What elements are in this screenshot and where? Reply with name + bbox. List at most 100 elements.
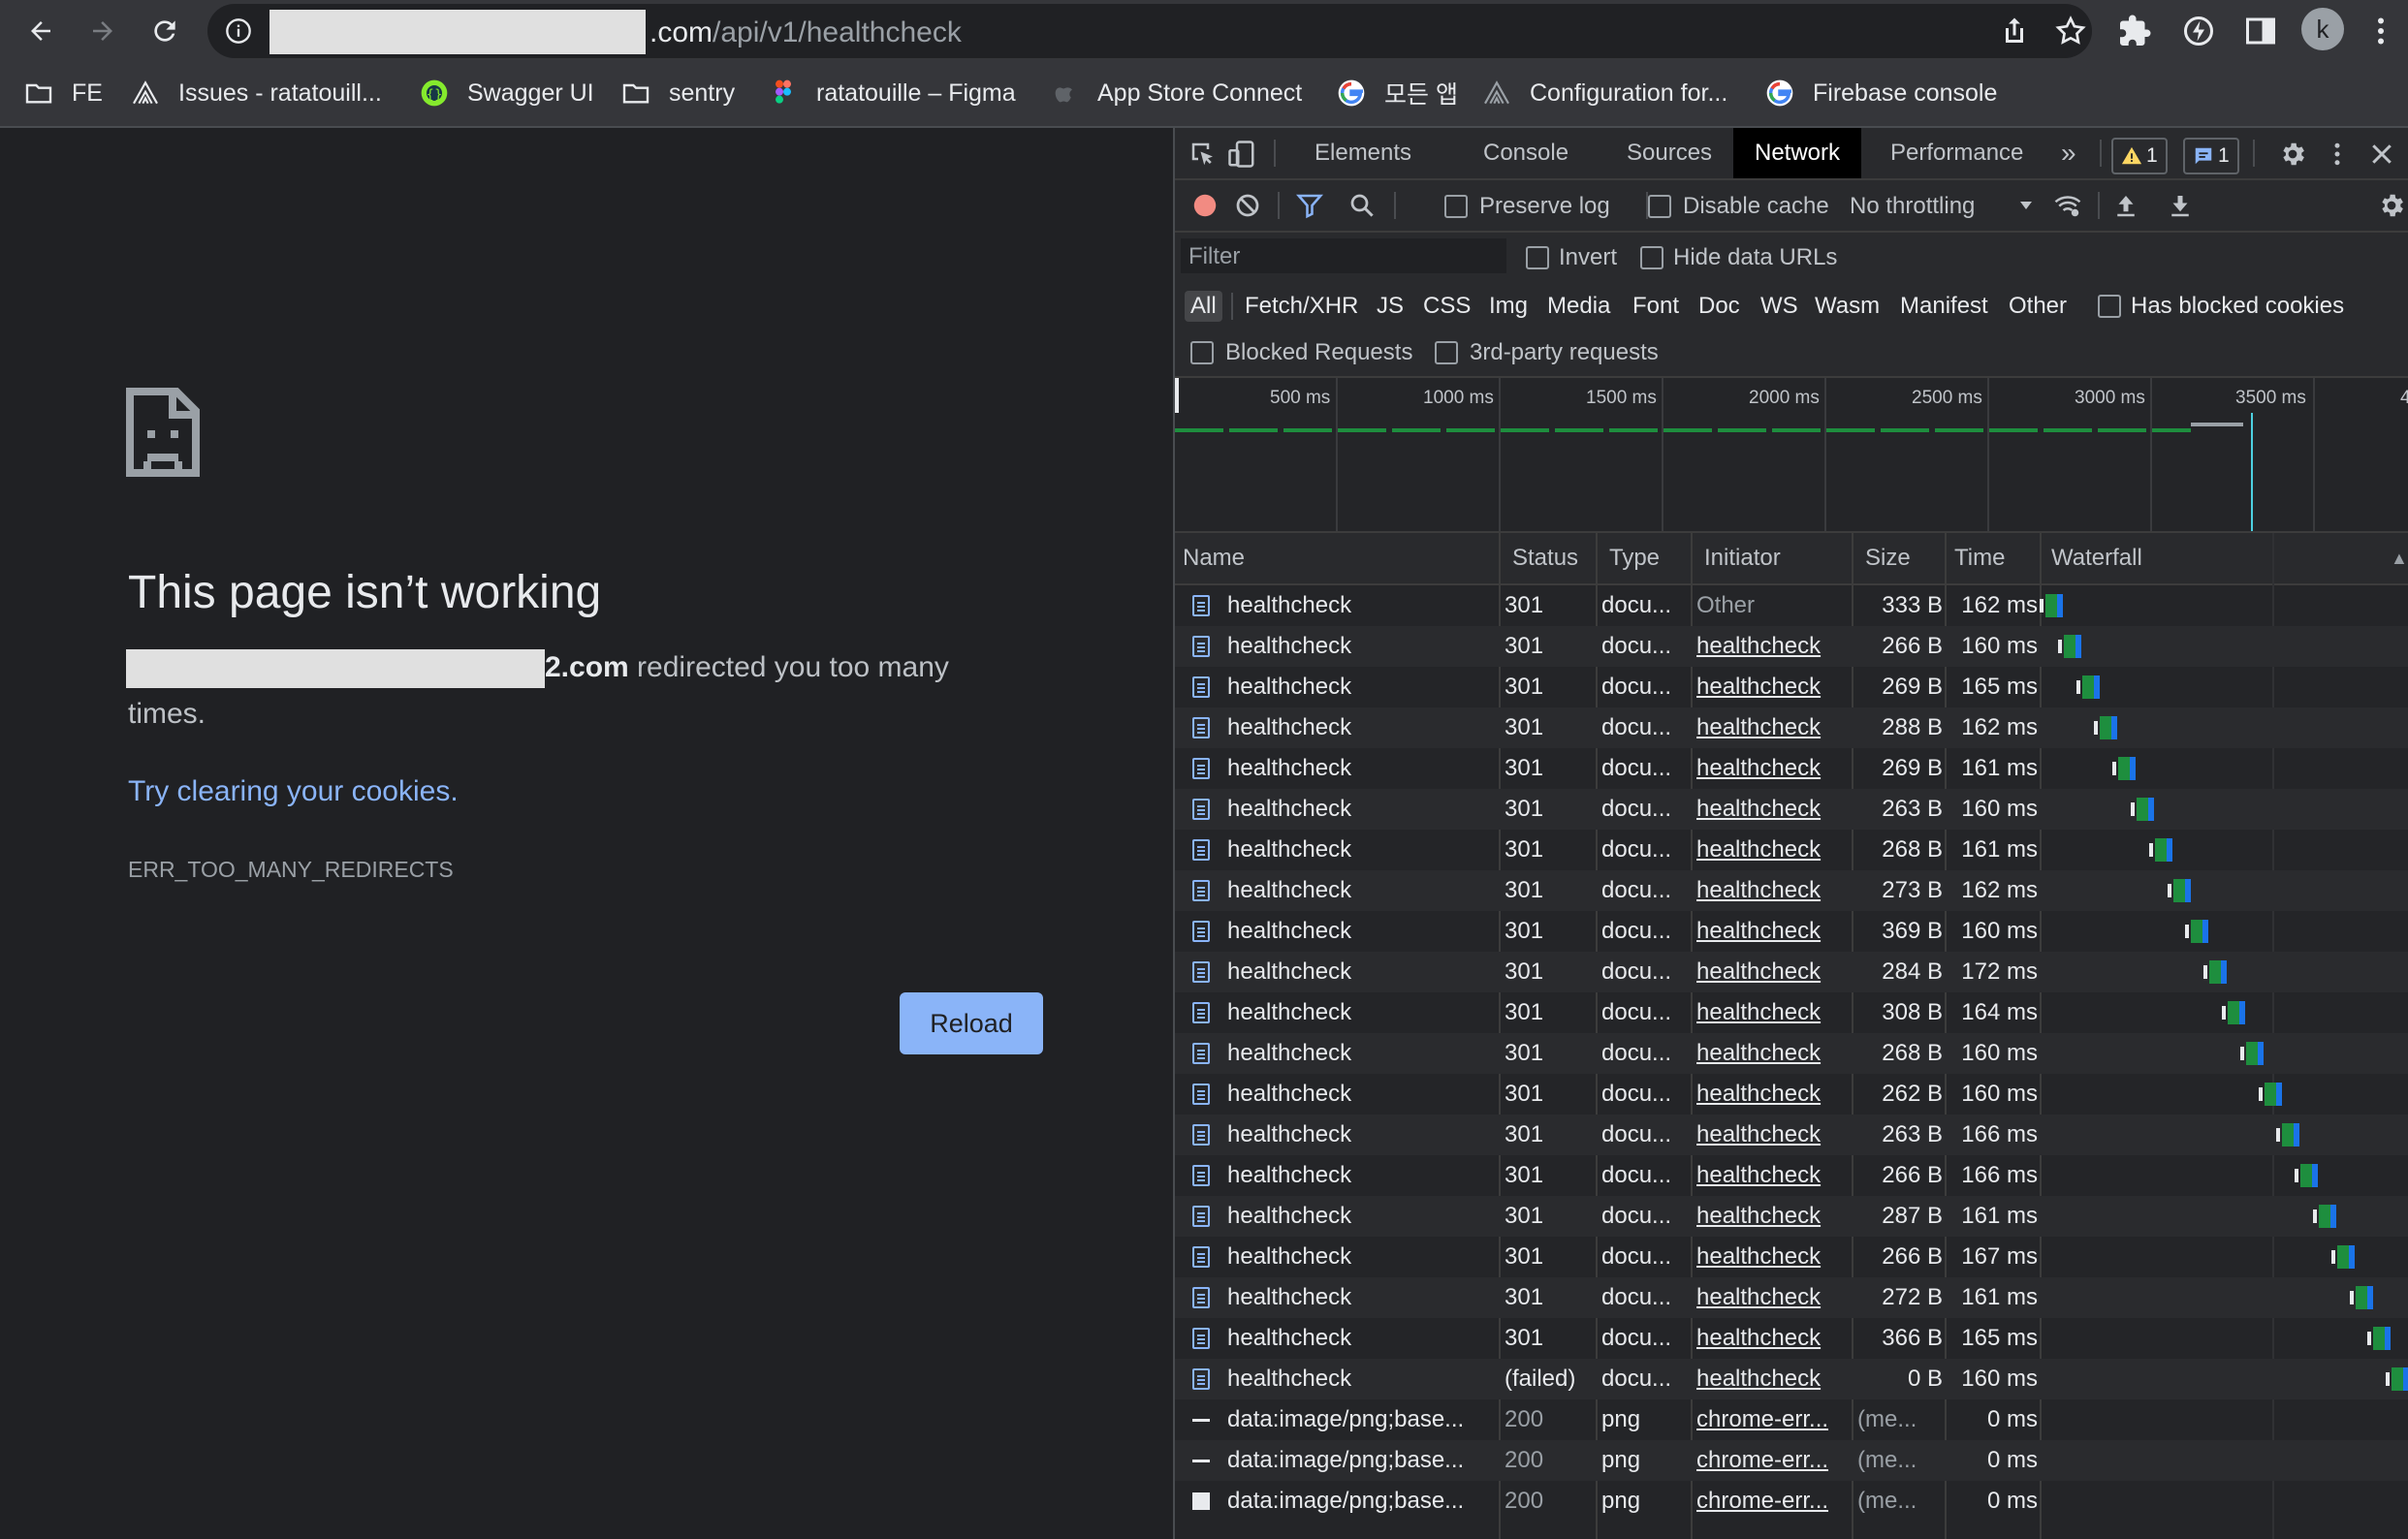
request-initiator[interactable]: healthcheck xyxy=(1696,911,1852,952)
column-waterfall[interactable]: Waterfall xyxy=(2044,533,2142,583)
info-icon[interactable] xyxy=(225,17,252,45)
filter-icon[interactable] xyxy=(1295,191,1324,220)
back-button[interactable] xyxy=(17,8,64,54)
request-initiator[interactable]: healthcheck xyxy=(1696,1318,1852,1359)
disable-cache-checkbox[interactable] xyxy=(1648,195,1671,218)
filter-type-ws[interactable]: WS xyxy=(1760,293,1798,320)
table-row[interactable]: data:image/png;base... 200 png chrome-err..… xyxy=(1175,1399,2408,1440)
bookmark-all-apps[interactable]: 모든 앱 xyxy=(1336,74,1458,112)
third-party-checkbox[interactable] xyxy=(1435,341,1458,364)
filter-type-font[interactable]: Font xyxy=(1632,293,1679,320)
address-bar[interactable]: .com/api/v1/healthcheck xyxy=(207,4,2092,58)
request-initiator[interactable]: healthcheck xyxy=(1696,707,1852,748)
table-row[interactable]: data:image/png;base... 200 png chrome-err..… xyxy=(1175,1481,2408,1522)
request-initiator[interactable]: healthcheck xyxy=(1696,1237,1852,1277)
table-row[interactable]: healthcheck 301 docu... healthcheck 288 B 162… xyxy=(1175,707,2408,748)
table-row[interactable]: healthcheck 301 docu... healthcheck 266 B 160… xyxy=(1175,626,2408,667)
table-row[interactable]: healthcheck 301 docu... Other 333 B 162 ms xyxy=(1175,585,2408,626)
request-initiator[interactable]: healthcheck xyxy=(1696,830,1852,870)
filter-type-fetch-xhr[interactable]: Fetch/XHR xyxy=(1245,293,1358,320)
table-row[interactable]: healthcheck 301 docu... healthcheck 268 B 160… xyxy=(1175,1033,2408,1074)
clear-icon[interactable] xyxy=(1233,191,1262,220)
table-row[interactable]: healthcheck 301 docu... healthcheck 369 B 160… xyxy=(1175,911,2408,952)
request-initiator[interactable]: healthcheck xyxy=(1696,667,1852,707)
filter-type-all[interactable]: All xyxy=(1185,291,1222,322)
table-row[interactable]: healthcheck 301 docu... healthcheck 268 B 161… xyxy=(1175,830,2408,870)
filter-type-css[interactable]: CSS xyxy=(1423,293,1471,320)
forward-button[interactable] xyxy=(79,8,126,54)
filter-input[interactable]: Filter xyxy=(1181,238,1506,273)
request-initiator[interactable]: healthcheck xyxy=(1696,1033,1852,1074)
tab-console[interactable]: Console xyxy=(1462,128,1590,178)
more-tabs-button[interactable]: » xyxy=(2040,128,2098,178)
settings-gear-icon[interactable] xyxy=(2278,140,2307,169)
throttling-select[interactable]: No throttling xyxy=(1850,193,1975,220)
request-initiator[interactable]: healthcheck xyxy=(1696,1277,1852,1318)
tab-elements[interactable]: Elements xyxy=(1293,128,1433,178)
more-vert-icon[interactable] xyxy=(2363,14,2398,48)
invert-checkbox[interactable] xyxy=(1526,246,1549,269)
column-size[interactable]: Size xyxy=(1857,533,1911,583)
network-overview[interactable]: 500 ms 1000 ms 1500 ms 2000 ms 2500 ms 3… xyxy=(1175,378,2408,533)
clear-cookies-link[interactable]: Try clearing your cookies xyxy=(128,775,450,807)
table-row[interactable]: healthcheck 301 docu... healthcheck 263 B 160… xyxy=(1175,789,2408,830)
tab-network[interactable]: Network xyxy=(1733,128,1862,178)
table-row[interactable]: healthcheck (failed) docu... healthcheck 0 B… xyxy=(1175,1359,2408,1399)
table-row[interactable]: data:image/png;base... 200 png chrome-err..… xyxy=(1175,1440,2408,1481)
extensions-icon[interactable] xyxy=(2117,14,2152,48)
request-initiator[interactable]: healthcheck xyxy=(1696,1115,1852,1155)
messages-badge[interactable]: 1 xyxy=(2183,138,2239,174)
more-vert-icon[interactable] xyxy=(2323,140,2352,169)
bookmark-firebase[interactable]: Firebase console xyxy=(1764,74,1997,112)
network-settings-icon[interactable] xyxy=(2377,191,2406,220)
inspect-element-icon[interactable] xyxy=(1188,140,1218,169)
tab-sources[interactable]: Sources xyxy=(1605,128,1733,178)
bookmark-configuration[interactable]: Configuration for... xyxy=(1481,74,1727,112)
blocked-requests-checkbox[interactable] xyxy=(1190,341,1214,364)
table-row[interactable]: healthcheck 301 docu... healthcheck 308 B 164… xyxy=(1175,992,2408,1033)
export-har-icon[interactable] xyxy=(2166,191,2195,220)
column-initiator[interactable]: Initiator xyxy=(1696,533,1781,583)
column-time[interactable]: Time xyxy=(1947,533,2005,583)
warnings-badge[interactable]: 1 xyxy=(2111,138,2168,174)
tab-performance[interactable]: Performance xyxy=(1869,128,2044,178)
table-row[interactable]: healthcheck 301 docu... healthcheck 263 B 166… xyxy=(1175,1115,2408,1155)
table-row[interactable]: healthcheck 301 docu... healthcheck 284 B 172… xyxy=(1175,952,2408,992)
share-icon[interactable] xyxy=(1997,14,2032,48)
request-initiator[interactable]: healthcheck xyxy=(1696,626,1852,667)
filter-type-other[interactable]: Other xyxy=(2009,293,2067,320)
table-row[interactable]: healthcheck 301 docu... healthcheck 366 B 165… xyxy=(1175,1318,2408,1359)
table-row[interactable]: healthcheck 301 docu... healthcheck 269 B 161… xyxy=(1175,748,2408,789)
filter-type-doc[interactable]: Doc xyxy=(1698,293,1740,320)
bookmark-figma[interactable]: ratatouille – Figma xyxy=(768,74,1016,112)
request-initiator[interactable]: chrome-err... xyxy=(1696,1440,1852,1481)
bookmark-sentry[interactable]: sentry xyxy=(620,74,735,112)
profile-avatar[interactable]: k xyxy=(2301,8,2344,50)
device-toolbar-icon[interactable] xyxy=(1227,140,1256,169)
search-icon[interactable] xyxy=(1347,191,1377,220)
reload-button[interactable]: Reload xyxy=(900,992,1043,1054)
bookmark-fe[interactable]: FE xyxy=(23,74,103,112)
request-initiator[interactable]: healthcheck xyxy=(1696,1074,1852,1115)
column-type[interactable]: Type xyxy=(1601,533,1660,583)
request-initiator[interactable]: healthcheck xyxy=(1696,789,1852,830)
has-blocked-cookies-checkbox[interactable] xyxy=(2098,295,2121,318)
filter-type-wasm[interactable]: Wasm xyxy=(1815,293,1880,320)
reload-page-button[interactable] xyxy=(142,8,188,54)
side-panel-icon[interactable] xyxy=(2243,14,2278,48)
request-initiator[interactable]: healthcheck xyxy=(1696,992,1852,1033)
star-icon[interactable] xyxy=(2053,14,2088,48)
bookmark-swagger[interactable]: {} Swagger UI xyxy=(419,74,594,112)
import-har-icon[interactable] xyxy=(2111,191,2140,220)
request-initiator[interactable]: chrome-err... xyxy=(1696,1481,1852,1522)
request-initiator[interactable]: healthcheck xyxy=(1696,952,1852,992)
filter-type-manifest[interactable]: Manifest xyxy=(1900,293,1988,320)
table-row[interactable]: healthcheck 301 docu... healthcheck 273 B 162… xyxy=(1175,870,2408,911)
performance-icon[interactable] xyxy=(2181,14,2216,48)
table-row[interactable]: healthcheck 301 docu... healthcheck 266 B 167… xyxy=(1175,1237,2408,1277)
request-initiator[interactable]: healthcheck xyxy=(1696,1155,1852,1196)
hide-data-urls-checkbox[interactable] xyxy=(1640,246,1663,269)
filter-type-img[interactable]: Img xyxy=(1489,293,1528,320)
column-status[interactable]: Status xyxy=(1505,533,1578,583)
request-initiator[interactable]: chrome-err... xyxy=(1696,1399,1852,1440)
